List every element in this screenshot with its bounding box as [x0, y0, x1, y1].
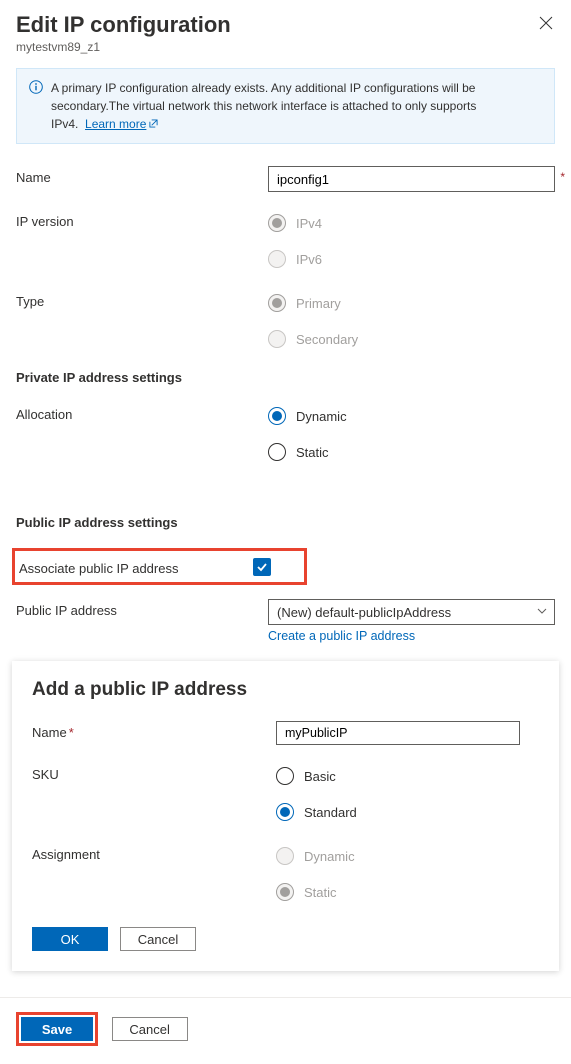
associate-highlight: Associate public IP address	[12, 548, 307, 585]
popup-cancel-button[interactable]: Cancel	[120, 927, 196, 951]
save-button[interactable]: Save	[21, 1017, 93, 1041]
radio-icon	[268, 407, 286, 425]
allocation-static[interactable]: Static	[268, 439, 555, 465]
ip-version-ipv4: IPv4	[268, 210, 555, 236]
name-label: Name	[16, 166, 268, 185]
popup-name-label: Name*	[32, 721, 276, 740]
save-highlight: Save	[16, 1012, 98, 1046]
associate-checkbox[interactable]	[253, 558, 271, 576]
public-ip-header: Public IP address settings	[16, 515, 555, 530]
info-icon	[29, 80, 43, 133]
popup-title: Add a public IP address	[32, 679, 539, 701]
assignment-dynamic: Dynamic	[276, 843, 539, 869]
cancel-button[interactable]: Cancel	[112, 1017, 188, 1041]
page-title: Edit IP configuration	[16, 12, 231, 38]
external-link-icon	[149, 117, 158, 131]
radio-icon	[268, 214, 286, 232]
radio-icon	[276, 847, 294, 865]
chevron-down-icon	[536, 605, 548, 620]
resource-subtitle: mytestvm89_z1	[16, 40, 231, 54]
radio-icon	[276, 803, 294, 821]
radio-icon	[276, 883, 294, 901]
radio-icon	[268, 250, 286, 268]
radio-icon	[276, 767, 294, 785]
create-public-ip-link[interactable]: Create a public IP address	[268, 629, 415, 643]
add-public-ip-popup: Add a public IP address Name* SKU Basic	[12, 661, 559, 971]
public-ip-select[interactable]: (New) default-publicIpAddress	[268, 599, 555, 625]
radio-icon	[268, 443, 286, 461]
check-icon	[256, 561, 268, 573]
allocation-label: Allocation	[16, 403, 268, 422]
info-banner: A primary IP configuration already exist…	[16, 68, 555, 144]
popup-name-input[interactable]	[276, 721, 520, 745]
private-ip-header: Private IP address settings	[16, 370, 555, 385]
sku-basic[interactable]: Basic	[276, 763, 539, 789]
type-primary: Primary	[268, 290, 555, 316]
type-label: Type	[16, 290, 268, 309]
sku-label: SKU	[32, 763, 276, 782]
assignment-static: Static	[276, 879, 539, 905]
radio-icon	[268, 330, 286, 348]
close-icon	[539, 16, 553, 30]
radio-icon	[268, 294, 286, 312]
public-ip-label: Public IP address	[16, 599, 268, 618]
ip-version-label: IP version	[16, 210, 268, 229]
name-input[interactable]	[268, 166, 555, 192]
allocation-dynamic[interactable]: Dynamic	[268, 403, 555, 429]
sku-standard[interactable]: Standard	[276, 799, 539, 825]
required-indicator: *	[69, 725, 74, 740]
ip-version-ipv6: IPv6	[268, 246, 555, 272]
learn-more-link[interactable]: Learn more	[85, 117, 158, 131]
close-button[interactable]	[535, 12, 557, 37]
associate-label: Associate public IP address	[15, 557, 253, 576]
required-indicator: *	[560, 170, 565, 184]
footer-separator	[0, 997, 571, 998]
assignment-label: Assignment	[32, 843, 276, 862]
public-ip-selected: (New) default-publicIpAddress	[277, 605, 451, 620]
popup-ok-button[interactable]: OK	[32, 927, 108, 951]
type-secondary: Secondary	[268, 326, 555, 352]
